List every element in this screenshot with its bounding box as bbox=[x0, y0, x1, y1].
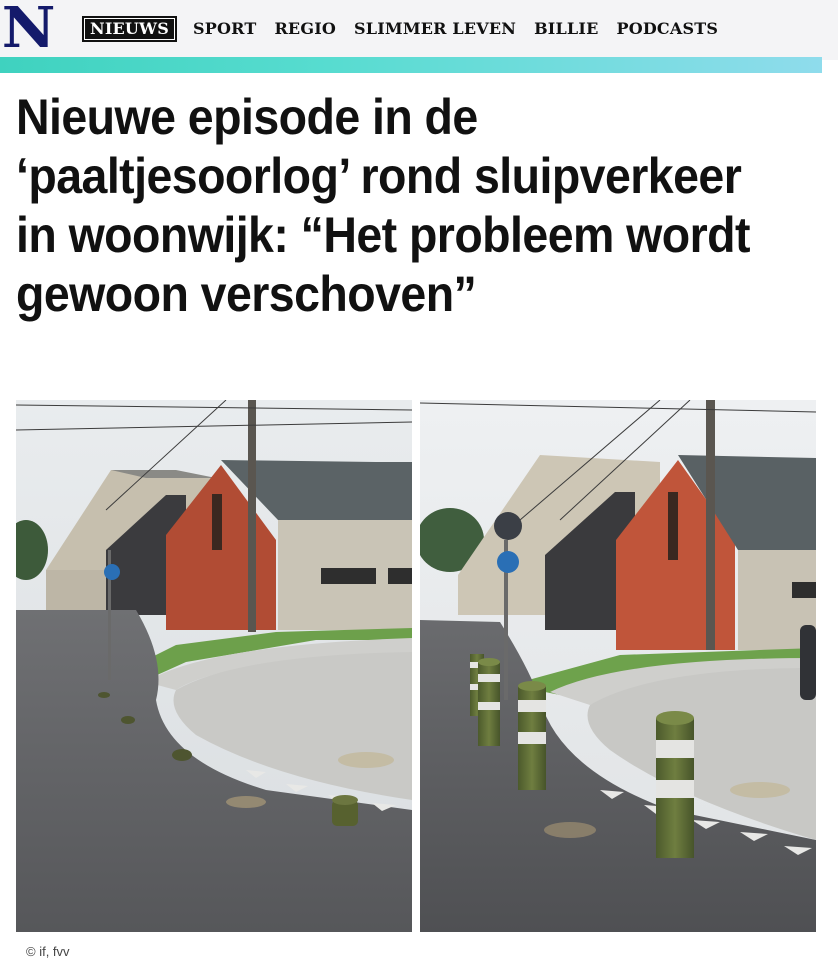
nav-item-podcasts[interactable]: PODCASTS bbox=[607, 18, 727, 40]
nav-item-nieuws[interactable]: NIEUWS bbox=[82, 16, 177, 42]
street-photo-bollards-installed bbox=[420, 400, 816, 932]
nav-item-sport[interactable]: SPORT bbox=[184, 18, 265, 40]
article-photo-after[interactable] bbox=[420, 400, 816, 932]
nav-item-regio[interactable]: REGIO bbox=[265, 18, 345, 40]
main-nav: NIEUWS SPORT REGIO SLIMMER LEVEN BILLIE … bbox=[82, 16, 727, 42]
street-photo-bollards-removed bbox=[16, 400, 412, 932]
site-logo[interactable]: N bbox=[0, 0, 56, 56]
photo-credit: © if, fvv bbox=[26, 944, 70, 959]
nav-item-billie[interactable]: BILLIE bbox=[525, 18, 607, 40]
article-photo-before[interactable] bbox=[16, 400, 412, 932]
nav-item-slimmer-leven[interactable]: SLIMMER LEVEN bbox=[345, 18, 525, 40]
site-header: N NIEUWS SPORT REGIO SLIMMER LEVEN BILLI… bbox=[0, 0, 838, 60]
accent-bar bbox=[0, 57, 822, 73]
article-headline: Nieuwe episode in de ‘paaltjesoorlog’ ro… bbox=[16, 89, 750, 322]
logo-letter: N bbox=[2, 0, 56, 61]
